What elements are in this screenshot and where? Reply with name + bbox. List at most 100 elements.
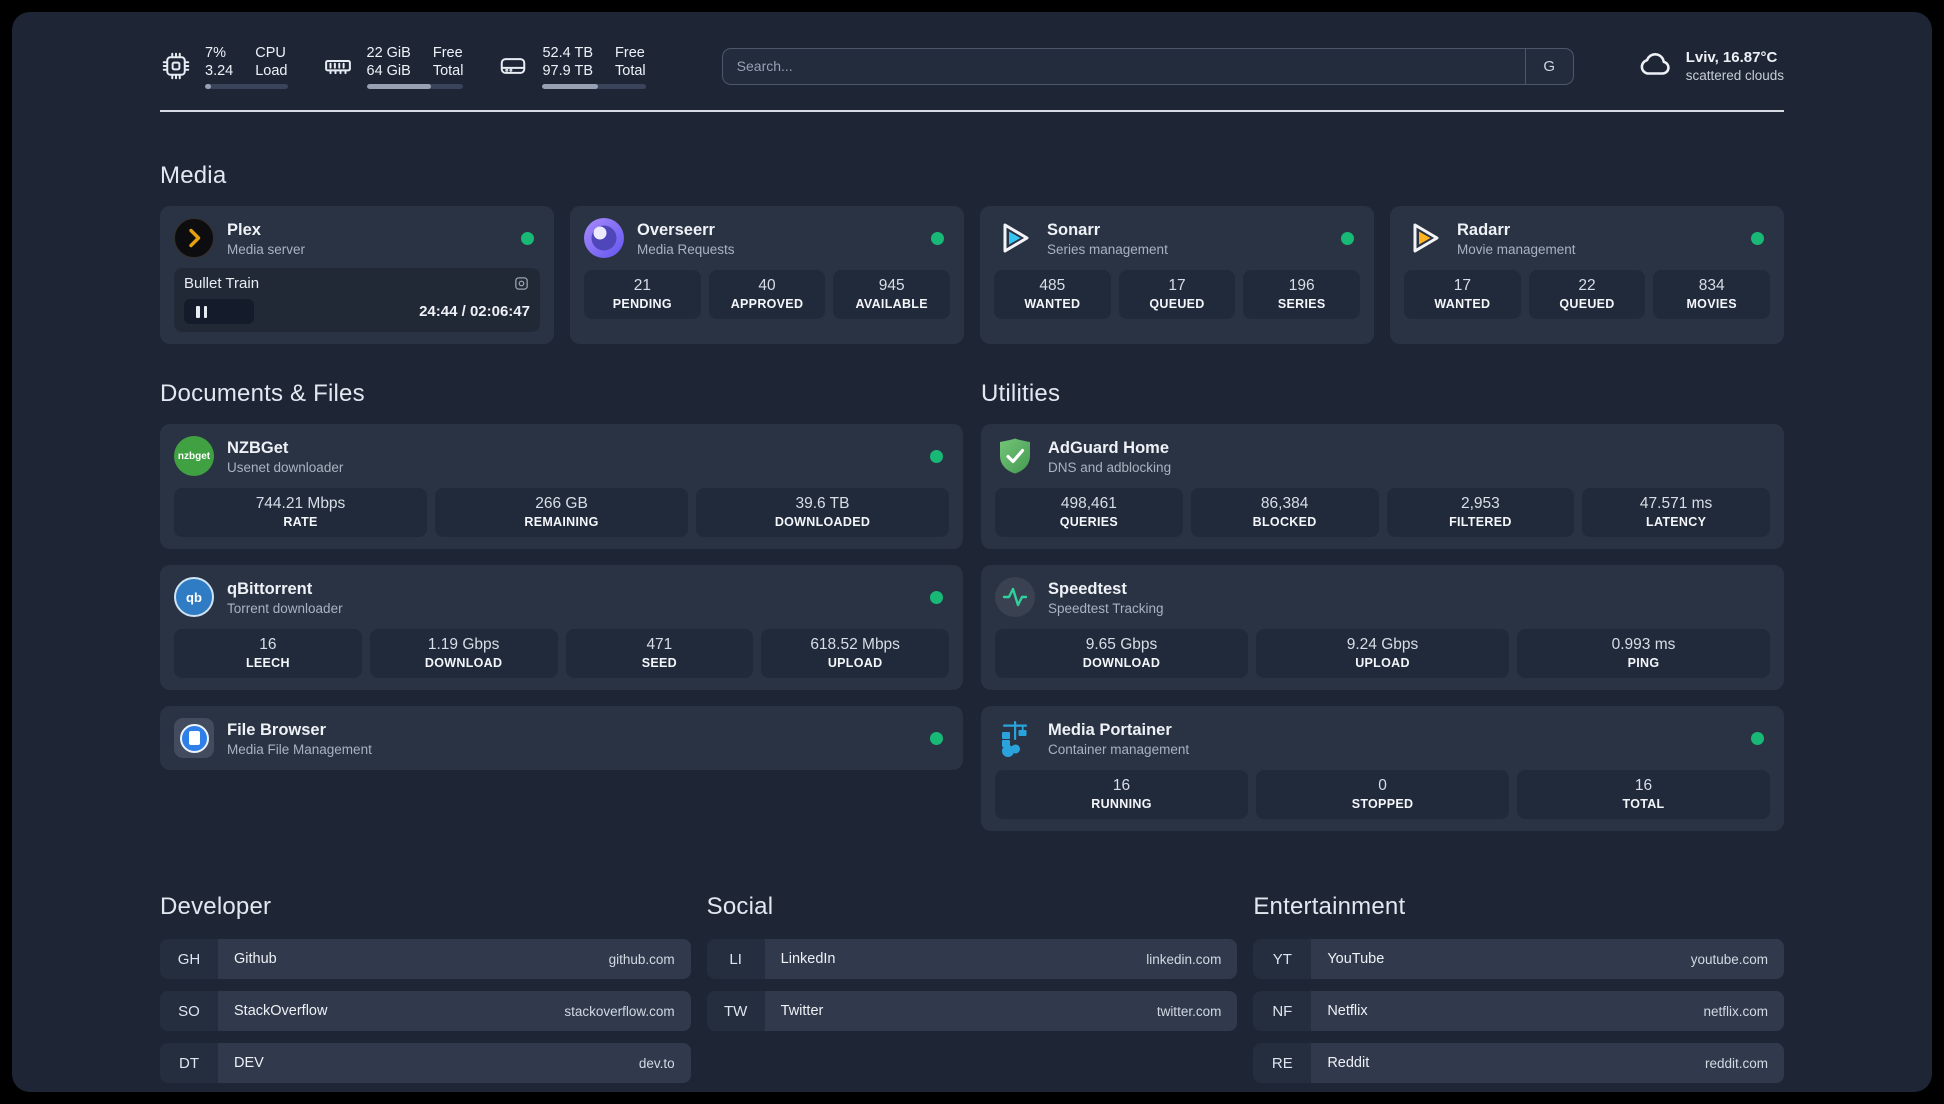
bookmark-twitter[interactable]: TW Twitter twitter.com [706,991,1238,1031]
service-card-overseerr[interactable]: Overseerr Media Requests 21 PENDING 40 A… [570,206,964,344]
memory-free-label: Free [432,44,463,61]
bookmark-youtube[interactable]: YT YouTube youtube.com [1253,939,1784,979]
memory-progress-bar [366,83,464,89]
search-engine-button[interactable]: G [1524,48,1573,84]
bookmark-url: youtube.com [1690,951,1768,967]
disk-total-value: 97.9 TB [542,62,594,79]
stat-tile-queued: 22 QUEUED [1528,270,1646,319]
stat-value: 47.571 ms [1639,495,1713,512]
bookmark-abbr: DT [160,1043,218,1083]
stat-label: RUNNING [1091,797,1152,811]
bookmark-url: reddit.com [1704,1055,1768,1071]
status-online-dot [1751,231,1764,245]
service-card-sonarr[interactable]: Sonarr Series management 485 WANTED 17 Q… [980,206,1374,344]
stat-label: RATE [283,515,318,529]
cast-device-icon [513,275,530,292]
qbittorrent-icon: qb [174,577,214,617]
service-title: Overseerr [637,220,715,239]
cpu-usage-value: 7% [205,44,226,61]
service-card-nzbget[interactable]: nzbget NZBGet Usenet downloader 744.21 M… [160,424,963,549]
stat-value: 744.21 Mbps [255,495,346,512]
service-subtitle: Media Requests [637,241,735,257]
service-card-filebrowser[interactable]: File Browser Media File Management [160,706,963,770]
disk-icon [497,50,529,82]
sonarr-icon [994,218,1034,258]
disk-free-value: 52.4 TB [542,44,594,61]
stat-value: 0 [1378,777,1387,794]
nzbget-icon: nzbget [174,436,214,476]
service-card-qbittorrent[interactable]: qb qBittorrent Torrent downloader 16 LEE… [160,565,963,690]
stat-label: FILTERED [1449,515,1512,529]
status-online-dot [931,231,944,245]
stat-tile-download: 9.65 Gbps DOWNLOAD [995,629,1248,678]
stat-value: 22 [1578,277,1596,294]
service-card-adguard[interactable]: AdGuard Home DNS and adblocking 498,461 … [981,424,1784,549]
bookmark-reddit[interactable]: RE Reddit reddit.com [1253,1043,1784,1083]
stat-value: 266 GB [535,495,588,512]
bookmark-github[interactable]: GH Github github.com [160,939,691,979]
memory-stat: 22 GiB 64 GiB Free Total [322,44,464,89]
disk-free-label: Free [615,44,645,61]
bookmark-abbr: SO [160,991,218,1031]
stat-value: 2,953 [1460,495,1500,512]
stat-value: 17 [1168,277,1186,294]
stat-label: DOWNLOAD [1082,656,1161,670]
stat-label: UPLOAD [827,656,883,670]
bookmark-abbr: RE [1253,1043,1312,1083]
status-online-dot [521,231,534,245]
bookmark-stackoverflow[interactable]: SO StackOverflow stackoverflow.com [160,991,691,1031]
service-card-radarr[interactable]: Radarr Movie management 17 WANTED 22 QUE… [1390,206,1784,344]
stat-value: 9.24 Gbps [1346,636,1419,653]
service-subtitle: Torrent downloader [227,600,343,616]
bookmark-name: Netflix [1327,1003,1368,1019]
stat-value: 40 [758,277,776,294]
plex-now-playing-widget: Bullet Train 24:44 / 02:06:47 [174,268,540,332]
disk-stat: 52.4 TB 97.9 TB Free Total [497,44,646,89]
weather-widget: Lviv, 16.87°C scattered clouds [1636,45,1784,88]
stat-value: 498,461 [1060,495,1117,512]
bookmark-name: StackOverflow [234,1003,328,1019]
bookmark-dev[interactable]: DT DEV dev.to [160,1043,691,1083]
nzbget-icon-text: nzbget [177,450,211,462]
service-card-plex[interactable]: Plex Media server Bullet Train 24:44 / 0… [160,206,554,344]
stat-tile-total: 16 TOTAL [1517,770,1770,819]
overseerr-icon [584,218,624,258]
stat-tile-blocked: 86,384 BLOCKED [1190,488,1379,537]
stat-value: 1.19 Gbps [427,636,500,653]
disk-total-label: Total [615,62,646,79]
stat-value: 485 [1039,277,1066,294]
stat-label: SERIES [1277,297,1326,311]
status-online-dot [930,731,943,745]
bookmark-linkedin[interactable]: LI LinkedIn linkedin.com [706,939,1238,979]
speedtest-icon [995,577,1035,617]
pause-button[interactable] [184,299,254,324]
section-title-social: Social [706,893,774,920]
bookmark-netflix[interactable]: NF Netflix netflix.com [1253,991,1784,1031]
service-card-portainer[interactable]: Media Portainer Container management 16 … [981,706,1784,831]
header-bar: 7% 3.24 CPU Load 22 GiB 64 GiB Free Tota… [160,38,1784,94]
stat-label: REMAINING [524,515,599,529]
search-input[interactable] [722,48,1525,84]
stat-label: QUEUED [1149,297,1205,311]
stat-label: AVAILABLE [855,297,928,311]
service-card-speedtest[interactable]: Speedtest Speedtest Tracking 9.65 Gbps D… [981,565,1784,690]
bookmark-group-entertainment: Entertainment YT YouTube youtube.com NF … [1253,893,1784,1092]
service-subtitle: Speedtest Tracking [1048,600,1164,616]
search-bar: G [721,47,1574,85]
now-playing-title: Bullet Train [184,275,260,292]
stat-tile-upload: 9.24 Gbps UPLOAD [1256,629,1509,678]
stat-label: QUERIES [1059,515,1119,529]
stat-value: 471 [646,636,673,653]
stat-tile-leech: 16 LEECH [174,629,362,678]
bookmark-url: twitter.com [1156,1003,1222,1019]
stat-tile-queued: 17 QUEUED [1118,270,1236,319]
bookmark-url: linkedin.com [1146,951,1222,967]
section-title-entertainment: Entertainment [1253,893,1406,920]
cpu-icon [160,50,192,82]
service-title: Radarr [1457,220,1511,239]
service-subtitle: Series management [1047,241,1168,257]
stat-label: LATENCY [1646,515,1707,529]
cpu-progress-bar [205,83,288,89]
service-title: File Browser [227,720,327,739]
memory-total-value: 64 GiB [366,62,411,79]
